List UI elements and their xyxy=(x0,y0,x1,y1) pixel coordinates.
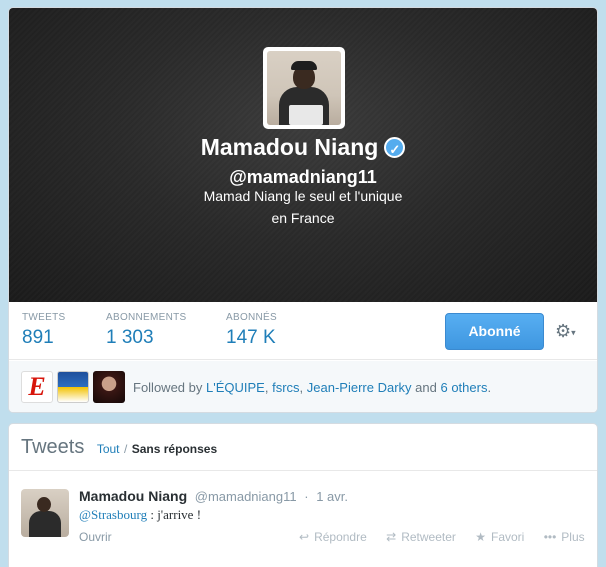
profile-handle[interactable]: @mamadniang11 xyxy=(9,167,597,188)
tab-all[interactable]: Tout xyxy=(97,442,120,456)
followed-by-link-fsrcs[interactable]: fsrcs xyxy=(272,380,299,395)
stat-label: TWEETS xyxy=(22,312,66,323)
stat-value: 1 303 xyxy=(106,327,154,348)
profile-bio: Mamad Niang le seul et l'unique xyxy=(203,188,403,204)
tweet-mention[interactable]: @Strasbourg xyxy=(79,507,147,522)
stat-following[interactable]: ABONNEMENTS 1 303 xyxy=(106,312,187,349)
followed-by-text: Followed by L'ÉQUIPE, fsrcs, Jean-Pierre… xyxy=(133,380,492,395)
profile-name[interactable]: Mamadou Niang xyxy=(201,134,379,160)
gear-icon: ⚙ xyxy=(555,321,572,341)
profile-card: Mamadou Niang ✓ @mamadniang11 Mamad Niang… xyxy=(8,7,598,413)
tweet-author-handle[interactable]: @mamadniang11 xyxy=(195,489,297,504)
tweets-title: Tweets xyxy=(21,436,85,458)
followed-by-others-link[interactable]: 6 others xyxy=(440,380,487,395)
stat-tweets[interactable]: TWEETS 891 xyxy=(22,312,65,349)
stat-value: 147 K xyxy=(226,327,276,348)
equipe-avatar[interactable]: E xyxy=(21,371,53,403)
profile-name-row: Mamadou Niang ✓ xyxy=(9,134,597,161)
reply-icon: ↩ xyxy=(299,530,310,544)
tab-separator: / xyxy=(123,442,128,456)
tweet-expand-link[interactable]: Ouvrir xyxy=(79,530,112,544)
stat-followers[interactable]: ABONNÉS 147 K xyxy=(226,312,277,349)
verified-icon: ✓ xyxy=(384,137,406,158)
stat-label: ABONNÉS xyxy=(226,312,278,323)
star-icon: ★ xyxy=(475,530,486,544)
profile-stats-bar: TWEETS 891 ABONNEMENTS 1 303 ABONNÉS 147… xyxy=(9,302,597,360)
tweets-header: Tweets Tout / Sans réponses xyxy=(9,424,597,471)
profile-location: en France xyxy=(271,210,335,226)
tweet-timestamp[interactable]: 1 avr. xyxy=(316,489,348,504)
retweet-button[interactable]: ⇄ Retweeter xyxy=(386,530,456,544)
more-button[interactable]: ••• Plus xyxy=(544,530,585,544)
tweet-actions: ↩ Répondre ⇄ Retweeter ★ Favori ••• Plus xyxy=(299,530,601,544)
darky-avatar[interactable] xyxy=(93,371,125,403)
tweet-avatar[interactable] xyxy=(21,489,69,537)
profile-avatar[interactable] xyxy=(263,47,345,129)
following-button[interactable]: Abonné xyxy=(445,313,544,350)
tweet-dot: · xyxy=(304,489,309,504)
stat-label: ABONNEMENTS xyxy=(106,312,187,323)
tweet-text: @Strasbourg : j'arrive ! xyxy=(79,507,202,522)
stat-value: 891 xyxy=(22,327,54,348)
more-icon: ••• xyxy=(543,530,557,544)
settings-dropdown[interactable]: ⚙▾ xyxy=(555,315,589,347)
followed-by-bar: E Followed by L'ÉQUIPE, fsrcs, Jean-Pier… xyxy=(9,361,597,412)
tweet-header: Mamadou Niang @mamadniang11 · 1 avr. xyxy=(79,488,348,504)
tweets-card: Tweets Tout / Sans réponses Mamadou Nian… xyxy=(8,423,598,567)
followed-by-link-equipe[interactable]: L'ÉQUIPE xyxy=(206,380,265,395)
fsrcs-avatar[interactable] xyxy=(57,371,89,403)
favorite-button[interactable]: ★ Favori xyxy=(475,530,524,544)
reply-button[interactable]: ↩ Répondre xyxy=(299,530,367,544)
retweet-icon: ⇄ xyxy=(386,530,397,544)
tweet-item[interactable]: Mamadou Niang @mamadniang11 · 1 avr. @St… xyxy=(9,482,597,567)
followed-by-link-darky[interactable]: Jean-Pierre Darky xyxy=(307,380,412,395)
tab-no-replies[interactable]: Sans réponses xyxy=(132,442,217,456)
tweet-author-name[interactable]: Mamadou Niang xyxy=(79,488,187,504)
chevron-down-icon: ▾ xyxy=(571,327,576,338)
